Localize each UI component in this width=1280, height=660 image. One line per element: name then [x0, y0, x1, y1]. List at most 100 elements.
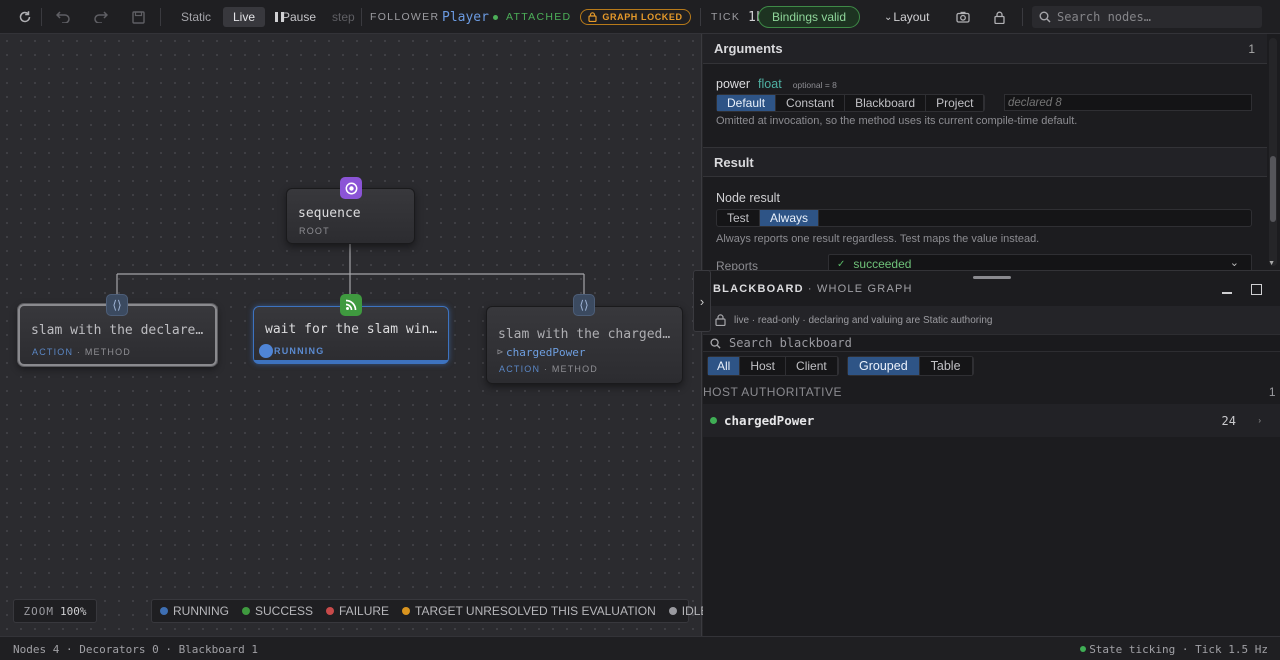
legend-item-failure: FAILURE — [326, 604, 389, 618]
arguments-header[interactable]: Arguments 1 — [703, 34, 1267, 64]
source-constant-button[interactable]: Constant — [776, 95, 846, 111]
graph-canvas[interactable]: sequence ROOT slam with the declare… ACT… — [0, 34, 708, 636]
source-blackboard-button[interactable]: Blackboard — [845, 95, 927, 111]
toolbar-divider — [1022, 8, 1023, 26]
minimize-icon[interactable] — [1222, 292, 1232, 294]
argument-source-selector: Default Constant Blackboard Project — [716, 94, 986, 112]
legend-label: RUNNING — [173, 604, 229, 618]
search-nodes-input[interactable] — [1057, 10, 1257, 24]
group-title: HOST AUTHORITATIVE — [703, 385, 843, 399]
sequence-icon — [340, 177, 362, 199]
group-header-host[interactable]: HOST AUTHORITATIVE 1 — [703, 381, 1280, 403]
toolbar-divider — [41, 8, 42, 26]
blackboard-search-field[interactable] — [703, 334, 1280, 352]
zoom-indicator[interactable]: ZOOM 100% — [13, 599, 97, 623]
bindings-valid-badge[interactable]: Bindings valid — [758, 6, 860, 28]
status-right-text: State ticking · Tick 1.5 Hz — [1089, 643, 1268, 656]
legend-label: SUCCESS — [255, 604, 314, 618]
zoom-label: ZOOM — [23, 604, 54, 618]
result-header[interactable]: Result — [703, 147, 1267, 177]
param-type: float — [758, 77, 782, 91]
blackboard-row[interactable]: chargedPower 24 › — [703, 404, 1280, 437]
node-result-selector: Test Always — [716, 209, 1252, 227]
node-slam-charged[interactable]: slam with the charged… ⊳ chargedPower AC… — [486, 306, 683, 384]
node-result-label: Node result — [716, 191, 780, 205]
save-icon[interactable] — [127, 7, 149, 27]
legend-dot-icon — [160, 607, 168, 615]
arguments-help-text: Omitted at invocation, so the method use… — [716, 115, 1078, 127]
refresh-icon[interactable] — [14, 7, 36, 27]
view-table-tab[interactable]: Table — [920, 357, 973, 375]
status-left-text: Nodes 4 · Decorators 0 · Blackboard 1 — [13, 643, 259, 656]
result-test-button[interactable]: Test — [717, 210, 761, 226]
toolbar: Static Live Pause step FOLLOWER Player A… — [0, 0, 1280, 34]
argument-value-input[interactable] — [1008, 96, 1238, 109]
blackboard-scope: · WHOLE GRAPH — [807, 283, 913, 295]
redo-icon[interactable] — [89, 7, 111, 27]
filter-host-tab[interactable]: Host — [740, 357, 787, 375]
chevron-down-icon: ⌄ — [884, 11, 893, 23]
mode-live-button[interactable]: Live — [223, 7, 266, 27]
arguments-count: 1 — [1248, 41, 1255, 56]
inspector-scrollbar[interactable] — [1269, 38, 1277, 266]
wait-rss-icon — [340, 294, 362, 316]
lock-icon — [715, 314, 726, 326]
scrollbar-thumb[interactable] — [1270, 156, 1276, 222]
variable-value: 24 — [1221, 413, 1236, 428]
node-subtitle: ACTION · METHOD — [32, 347, 132, 357]
search-icon — [710, 337, 721, 349]
attached-label: ATTACHED — [506, 11, 572, 23]
node-type: METHOD — [84, 347, 132, 357]
method-icon: ⟨⟩ — [106, 294, 128, 316]
undo-icon[interactable] — [52, 7, 74, 27]
mode-static-button[interactable]: Static — [171, 7, 221, 27]
source-project-button[interactable]: Project — [926, 95, 985, 111]
maximize-icon[interactable] — [1251, 284, 1262, 295]
search-nodes-field[interactable] — [1032, 6, 1262, 28]
node-kind: ACTION — [32, 347, 74, 357]
lock-toggle-icon[interactable] — [988, 7, 1010, 27]
filter-client-tab[interactable]: Client — [786, 357, 838, 375]
step-button[interactable]: step — [322, 7, 365, 27]
blackboard-info-bar: live · read-only · declaring and valuing… — [703, 306, 1280, 334]
node-title: sequence — [298, 206, 361, 221]
blackboard-search-input[interactable] — [729, 336, 1249, 350]
zoom-value: 100% — [60, 604, 87, 618]
pause-button[interactable]: Pause — [271, 7, 320, 27]
source-default-button[interactable]: Default — [717, 95, 777, 111]
running-dot-icon — [259, 344, 273, 358]
group-count: 1 — [1268, 385, 1276, 399]
tick-label: TICK — [711, 11, 741, 23]
layout-button[interactable]: ⌄ Layout — [880, 7, 933, 27]
view-grouped-tab[interactable]: Grouped — [848, 357, 920, 375]
reports-select[interactable]: ✓ succeeded ⌄ — [828, 254, 1252, 270]
node-binding: ⊳ chargedPower — [497, 346, 586, 359]
node-status: RUNNING — [274, 346, 325, 356]
step-label: step — [332, 10, 355, 24]
follower-label: FOLLOWER — [370, 11, 440, 23]
pause-label: Pause — [282, 10, 317, 24]
mode-static-label: Static — [181, 10, 212, 24]
node-type: METHOD — [551, 364, 599, 374]
argument-value-field[interactable] — [1004, 94, 1252, 111]
filter-all-tab[interactable]: All — [708, 357, 741, 375]
result-always-button[interactable]: Always — [760, 210, 820, 226]
blackboard-info-text: live · read-only · declaring and valuing… — [734, 314, 993, 326]
legend-dot-icon — [668, 607, 677, 615]
blackboard-panel: BLACKBOARD · WHOLE GRAPH live · read-only… — [703, 270, 1280, 636]
camera-icon[interactable] — [952, 7, 974, 27]
expand-icon[interactable]: › — [1258, 416, 1261, 425]
blackboard-title-text: BLACKBOARD — [713, 283, 804, 295]
status-legend: RUNNING SUCCESS FAILURE TARGET UNRESOLVE… — [151, 599, 708, 623]
follower-target[interactable]: Player — [442, 0, 489, 34]
node-kind: ACTION — [499, 364, 541, 374]
node-subtitle: ACTION · METHOD — [499, 364, 599, 374]
legend-label: FAILURE — [339, 604, 390, 618]
attached-indicator: ATTACHED — [493, 0, 571, 34]
resize-handle[interactable] — [973, 276, 1011, 279]
caret-down-icon[interactable]: ▼ — [1268, 260, 1275, 267]
node-title: wait for the slam win… — [265, 322, 438, 337]
mode-live-label: Live — [233, 10, 256, 24]
collapse-panel-button[interactable]: › — [693, 270, 711, 332]
layout-label: Layout — [893, 10, 930, 24]
